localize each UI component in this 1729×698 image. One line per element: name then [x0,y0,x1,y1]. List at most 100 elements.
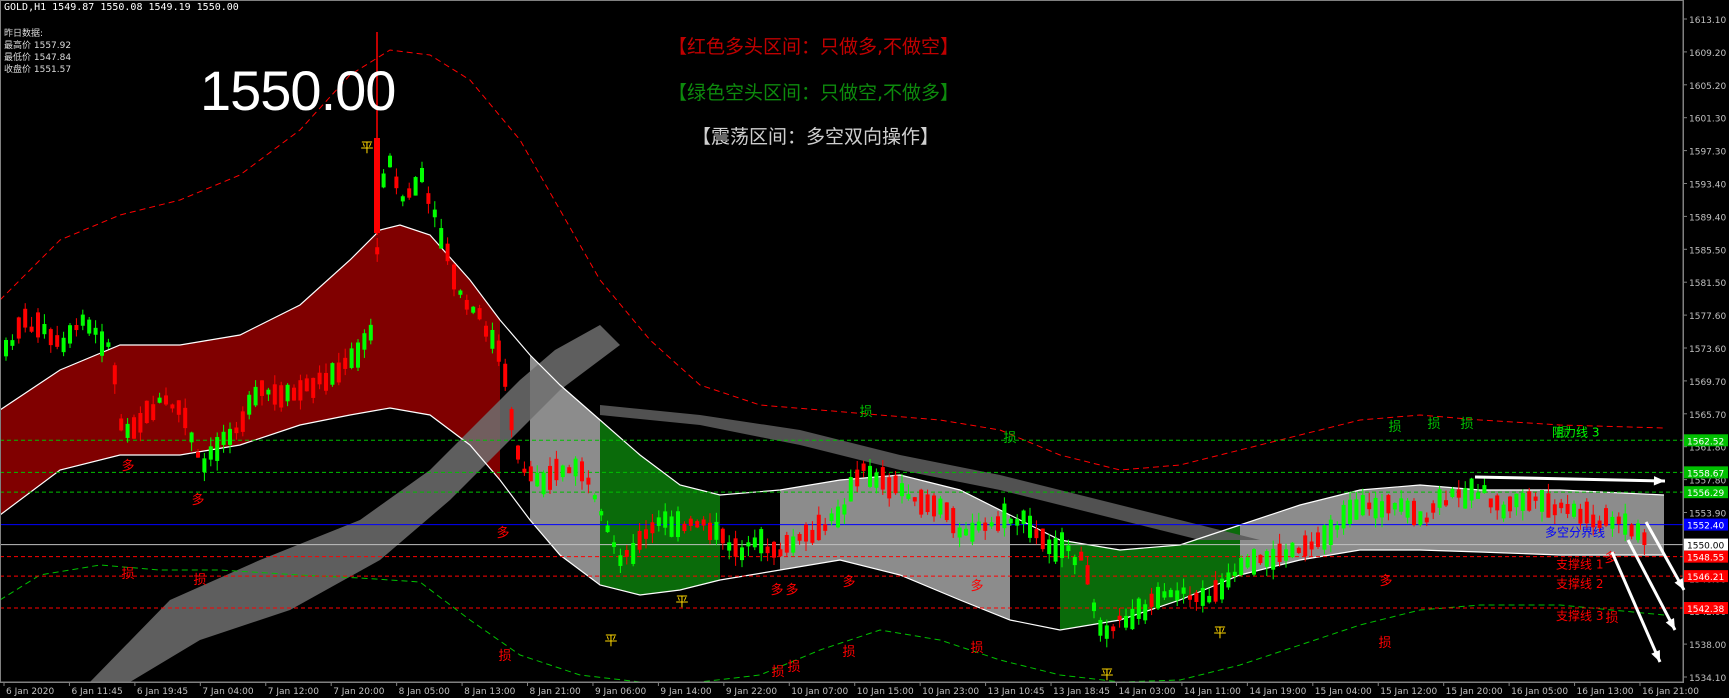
candle-body [42,324,47,335]
candle-body [791,536,796,553]
candle-body [1546,493,1551,518]
stop-marker: 损 [1427,417,1440,432]
candle-body [1079,551,1084,561]
candle-body [1277,543,1282,562]
long-marker: 多 [970,578,983,594]
candle-body [1552,504,1557,516]
candle-body [1117,615,1122,621]
candle-body [1469,478,1474,501]
long-marker: 多 [770,582,783,598]
candle-body [68,325,72,344]
candle-body [368,324,373,341]
candle-body [374,138,380,233]
candle-body [880,467,885,490]
candle-body [55,335,60,347]
price-tick-label: 1565.70 [1689,411,1726,421]
time-tick-label: 6 Jan 19:45 [137,687,188,697]
candle-body [727,542,732,551]
candle-body [1156,586,1160,609]
candle-body [1482,485,1487,494]
candle-body [426,193,431,204]
candle-body [1367,502,1372,510]
stop-marker: 损 [193,573,206,588]
candle-body [682,523,687,532]
candle-body [1232,571,1237,576]
candle-body [618,555,623,566]
candle-body [1021,510,1026,525]
candle-body [1444,500,1448,506]
time-tick-label: 6 Jan 2020 [6,687,54,697]
candle-body [1431,503,1436,513]
candle-body [1354,499,1359,520]
candle-body [1520,493,1525,511]
stop-marker: 损 [498,649,511,664]
candle-body [1149,593,1154,607]
candle-body [1072,556,1077,566]
long-marker: 多 [785,582,798,598]
flat-marker: 平 [1213,626,1226,641]
candle-body [221,431,226,445]
candle-body [1373,497,1378,519]
candle-body [1463,488,1468,509]
candle-body [1085,565,1090,585]
candle-body [1476,492,1480,499]
candle-body [983,522,988,531]
candle-body [240,411,245,432]
price-box-label: 1548.55 [1687,554,1724,564]
candle-body [816,514,821,541]
candle-body [1584,501,1589,524]
candle-body [285,384,290,402]
info-low: 最低价 1547.84 [4,53,72,63]
candle-body [125,423,130,438]
candle-body [1405,500,1410,518]
candle-body [1392,502,1397,510]
candle-body [1104,625,1109,639]
candle-body [663,511,668,528]
stop-marker: 损 [1388,420,1401,435]
candle-body [522,468,527,473]
candle-body [733,538,738,557]
candle-body [445,243,450,262]
candle-body [1559,502,1564,509]
flat-marker: 平 [675,595,688,610]
long-marker: 多 [496,525,509,541]
candle-body [1514,493,1519,508]
candle-body [1188,595,1192,600]
time-tick-label: 13 Jan 18:45 [1053,687,1110,697]
candle-body [804,524,808,542]
candle-body [548,465,552,490]
candle-body [1111,626,1116,632]
candle-body [1053,538,1058,562]
candle-body [144,400,149,424]
candle-body [164,395,168,405]
candle-body [1200,588,1205,606]
time-tick-label: 6 Jan 11:45 [71,687,122,697]
flat-marker: 平 [604,634,617,649]
stop-marker: 损 [1003,431,1016,446]
flat-marker: 平 [1100,668,1113,683]
candle-body [1424,517,1429,523]
candle-body [119,418,124,431]
candle-body [861,463,866,471]
info-close: 收盘价 1551.57 [4,65,72,75]
candle-body [1181,587,1186,594]
long-marker: 多 [842,574,855,590]
stop-marker: 损 [970,641,983,656]
candle-body [919,489,924,515]
price-tick-label: 1569.70 [1689,378,1726,388]
candle-body [1565,504,1570,514]
candle-body [292,387,296,401]
candle-body [1597,520,1602,529]
candle-body [4,339,8,357]
candle-body [887,477,892,499]
bear-zone-band [600,420,720,595]
time-tick-label: 8 Jan 13:00 [464,687,516,697]
candle-body [1264,551,1269,567]
candle-body [1508,496,1512,512]
price-tick-label: 1601.30 [1689,115,1726,125]
long-marker: 多 [121,458,134,474]
time-tick-label: 9 Jan 06:00 [595,687,647,697]
candle-body [464,299,469,310]
candle-body [1322,525,1327,550]
candle-body [1028,515,1032,538]
